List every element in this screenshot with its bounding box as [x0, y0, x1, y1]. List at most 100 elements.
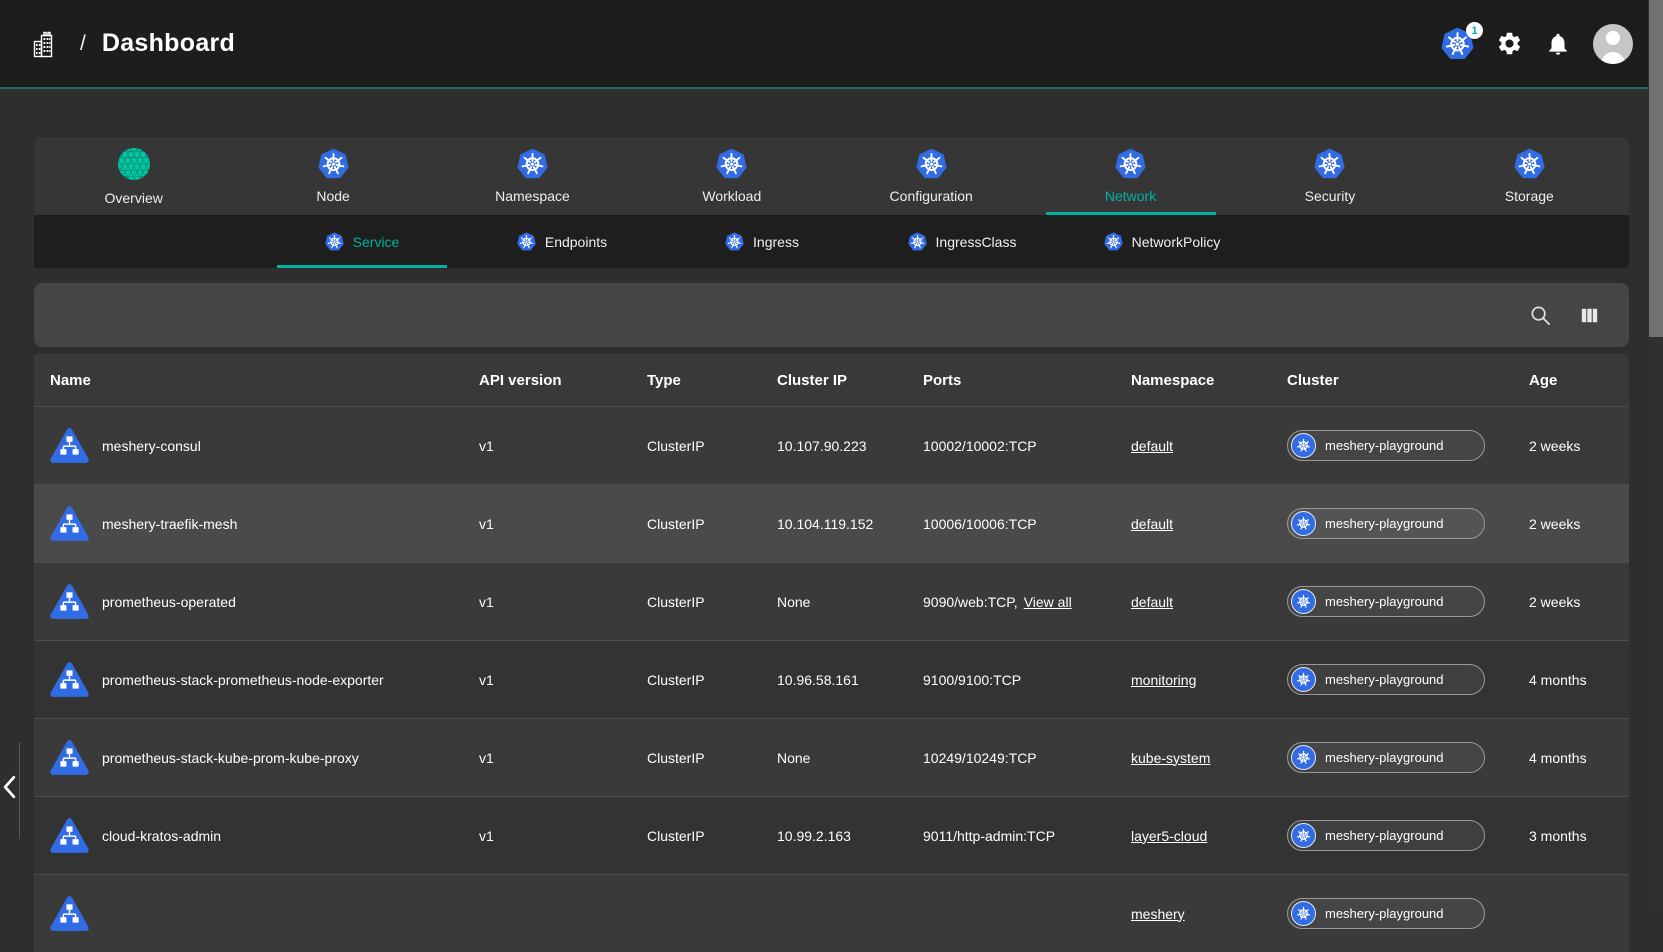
service-name-cell: prometheus-stack-prometheus-node-exporte… — [34, 660, 464, 699]
cluster-cell: meshery-playground — [1272, 430, 1514, 461]
col-cluster-ip[interactable]: Cluster IP — [762, 372, 908, 389]
service-name: meshery-traefik-mesh — [102, 516, 237, 532]
table-row[interactable]: meshery-consul v1 ClusterIP 10.107.90.22… — [34, 406, 1629, 484]
tab-label: Storage — [1505, 188, 1554, 204]
tab-configuration[interactable]: Configuration — [832, 137, 1031, 215]
kubernetes-service-icon — [50, 816, 89, 855]
api-version-cell: v1 — [464, 828, 632, 844]
organization-logo[interactable] — [28, 27, 62, 61]
type-cell: ClusterIP — [632, 672, 762, 688]
cluster-chip[interactable]: meshery-playground — [1287, 742, 1485, 773]
kubernetes-icon — [517, 148, 548, 179]
namespace-link[interactable]: meshery — [1131, 906, 1185, 922]
col-namespace[interactable]: Namespace — [1116, 372, 1272, 389]
type-cell: ClusterIP — [632, 750, 762, 766]
settings-button[interactable] — [1496, 30, 1523, 57]
table-row[interactable]: prometheus-stack-kube-prom-kube-proxy v1… — [34, 718, 1629, 796]
cluster-name: meshery-playground — [1325, 828, 1444, 843]
type-cell: ClusterIP — [632, 438, 762, 454]
search-icon[interactable] — [1529, 304, 1552, 327]
page-title: Dashboard — [102, 29, 235, 58]
table-row[interactable]: cloud-kratos-admin v1 ClusterIP 10.99.2.… — [34, 796, 1629, 874]
tab-label: Overview — [105, 190, 163, 206]
col-ports[interactable]: Ports — [908, 372, 1116, 389]
namespace-link[interactable]: default — [1131, 594, 1173, 610]
cluster-chip[interactable]: meshery-playground — [1287, 508, 1485, 539]
subtab-label: IngressClass — [936, 234, 1017, 250]
columns-icon[interactable] — [1578, 304, 1601, 327]
subtab-ingressclass[interactable]: IngressClass — [862, 215, 1062, 268]
kubernetes-icon — [1291, 511, 1316, 536]
tab-network[interactable]: Network — [1031, 137, 1230, 215]
namespace-link[interactable]: default — [1131, 438, 1173, 454]
kubernetes-icon — [325, 232, 344, 251]
view-all-link[interactable]: View all — [1024, 594, 1072, 610]
col-type[interactable]: Type — [632, 372, 762, 389]
api-version-cell: v1 — [464, 750, 632, 766]
service-name-cell — [34, 894, 464, 933]
kubernetes-connection-button[interactable]: 1 — [1441, 27, 1474, 60]
age-cell: 2 weeks — [1514, 516, 1629, 532]
namespace-link[interactable]: monitoring — [1131, 672, 1196, 688]
namespace-link[interactable]: layer5-cloud — [1131, 828, 1207, 844]
subtab-service[interactable]: Service — [262, 215, 462, 268]
tab-label: Security — [1305, 188, 1356, 204]
namespace-link[interactable]: default — [1131, 516, 1173, 532]
cluster-name: meshery-playground — [1325, 438, 1444, 453]
col-name[interactable]: Name — [34, 372, 464, 389]
subtab-endpoints[interactable]: Endpoints — [462, 215, 662, 268]
ports-value: 10006/10006:TCP — [923, 516, 1037, 532]
age-cell: 2 weeks — [1514, 438, 1629, 454]
cluster-name: meshery-playground — [1325, 750, 1444, 765]
col-api-version[interactable]: API version — [464, 372, 632, 389]
cluster-chip[interactable]: meshery-playground — [1287, 586, 1485, 617]
cluster-ip-cell: None — [762, 594, 908, 610]
scrollbar-thumb[interactable] — [1649, 0, 1663, 337]
cluster-cell: meshery-playground — [1272, 664, 1514, 695]
tab-workload[interactable]: Workload — [632, 137, 831, 215]
col-cluster[interactable]: Cluster — [1272, 372, 1514, 389]
kubernetes-service-icon — [50, 894, 89, 933]
tab-node[interactable]: Node — [233, 137, 432, 215]
tab-security[interactable]: Security — [1230, 137, 1429, 215]
app-header: / Dashboard 1 — [0, 0, 1663, 89]
tab-label: Network — [1105, 188, 1156, 204]
ports-cell: 10006/10006:TCP — [908, 516, 1116, 532]
table-row[interactable]: meshery-traefik-mesh v1 ClusterIP 10.104… — [34, 484, 1629, 562]
age-cell: 4 months — [1514, 750, 1629, 766]
ports-value: 10002/10002:TCP — [923, 438, 1037, 454]
dashboard-tabs-block: Overview Node Namespace Workload Configu… — [34, 137, 1629, 268]
service-name: prometheus-operated — [102, 594, 236, 610]
cluster-chip[interactable]: meshery-playground — [1287, 820, 1485, 851]
cluster-chip[interactable]: meshery-playground — [1287, 664, 1485, 695]
table-row[interactable]: prometheus-stack-prometheus-node-exporte… — [34, 640, 1629, 718]
namespace-link[interactable]: kube-system — [1131, 750, 1210, 766]
user-avatar[interactable] — [1593, 24, 1633, 64]
service-name-cell: cloud-kratos-admin — [34, 816, 464, 855]
table-row[interactable]: meshery meshery-playground — [34, 874, 1629, 952]
notifications-button[interactable] — [1545, 31, 1571, 57]
tab-storage[interactable]: Storage — [1430, 137, 1629, 215]
type-cell: ClusterIP — [632, 516, 762, 532]
tab-label: Workload — [702, 188, 761, 204]
table-header-row: Name API version Type Cluster IP Ports N… — [34, 354, 1629, 406]
subtab-ingress[interactable]: Ingress — [662, 215, 862, 268]
cluster-chip[interactable]: meshery-playground — [1287, 898, 1485, 929]
cluster-ip-cell: 10.99.2.163 — [762, 828, 908, 844]
api-version-cell: v1 — [464, 594, 632, 610]
tab-namespace[interactable]: Namespace — [433, 137, 632, 215]
tab-label: Configuration — [890, 188, 973, 204]
kubernetes-icon — [517, 232, 536, 251]
service-name: prometheus-stack-kube-prom-kube-proxy — [102, 750, 359, 766]
namespace-cell: kube-system — [1116, 750, 1272, 766]
cluster-chip[interactable]: meshery-playground — [1287, 430, 1485, 461]
breadcrumb-separator: / — [80, 32, 86, 56]
tab-overview[interactable]: Overview — [34, 137, 233, 215]
col-age[interactable]: Age — [1514, 372, 1629, 389]
ports-value: 9100/9100:TCP — [923, 672, 1021, 688]
kubernetes-icon — [1291, 823, 1316, 848]
subtab-networkpolicy[interactable]: NetworkPolicy — [1062, 215, 1262, 268]
table-row[interactable]: prometheus-operated v1 ClusterIP None 90… — [34, 562, 1629, 640]
collapse-drawer-button[interactable] — [3, 775, 19, 805]
service-name-cell: prometheus-stack-kube-prom-kube-proxy — [34, 738, 464, 777]
